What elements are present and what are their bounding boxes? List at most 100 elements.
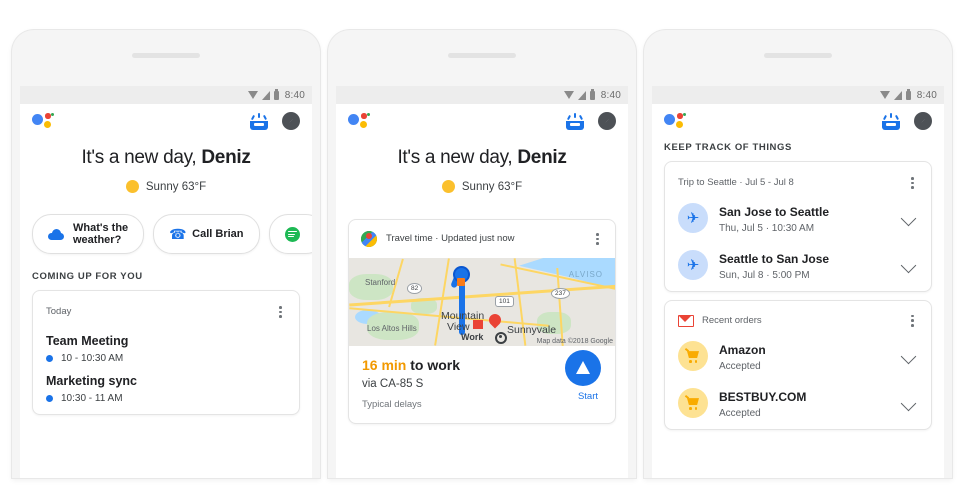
destination-pin	[486, 311, 504, 329]
phone-mockup-1: 8:40 It's a new day, Deniz Sunny 63°F Wh…	[12, 30, 320, 478]
order-title: BESTBUY.COM	[719, 389, 807, 404]
phone-3-screen: 8:40 KEEP TRACK OF THINGS Trip to Seattl…	[652, 86, 944, 478]
weather-text: Sunny 63°F	[145, 180, 207, 193]
chip-weather-label: What's the weather?	[73, 221, 129, 247]
chip-weather[interactable]: What's the weather?	[32, 214, 145, 254]
snapshot-tray-icon[interactable]	[882, 112, 900, 130]
travel-time-card: Travel time · Updated just now Stanford …	[348, 219, 616, 424]
map-label-los-altos-hills: Los Altos Hills	[367, 323, 417, 333]
event-title: Team Meeting	[46, 333, 129, 348]
recent-orders-card: Recent orders Amazon Accepted BESTBUY.CO…	[664, 299, 932, 430]
travel-header-left: Travel time · Updated just now	[361, 230, 515, 247]
chip-call-brian[interactable]: ☎ Call Brian	[153, 214, 260, 254]
battery-icon	[273, 88, 279, 100]
phone-speaker	[132, 53, 200, 58]
weather-summary[interactable]: Sunny 63°F	[336, 180, 628, 193]
map-label-work: Work	[461, 331, 484, 342]
flight-avatar: ✈	[678, 250, 708, 281]
weather-summary[interactable]: Sunny 63°F	[20, 180, 312, 193]
travel-duration-suffix: to work	[406, 356, 461, 373]
flight-title: Seattle to San Jose	[719, 251, 830, 266]
phone-icon: ☎	[169, 226, 187, 242]
card-header-text: Today	[46, 306, 72, 318]
start-label: Start	[577, 390, 598, 402]
greeting-heading: It's a new day, Deniz	[336, 147, 628, 169]
airplane-icon: ✈	[686, 209, 700, 227]
phone-speaker	[764, 53, 832, 58]
order-title: Amazon	[719, 342, 766, 357]
wifi-icon	[563, 91, 574, 99]
explore-compass-icon[interactable]	[598, 112, 616, 130]
list-item-text: San Jose to Seattle Thu, Jul 5 · 10:30 A…	[719, 203, 892, 234]
snapshot-tray-icon[interactable]	[566, 112, 584, 130]
google-maps-icon	[361, 230, 377, 247]
greeting-prefix: It's a new day,	[397, 147, 518, 168]
orders-header-left: Recent orders	[678, 314, 762, 327]
map-road	[556, 267, 564, 346]
list-item[interactable]: ✈ San Jose to Seattle Thu, Jul 5 · 10:30…	[665, 195, 931, 242]
signal-icon	[261, 90, 270, 100]
wifi-icon	[879, 91, 890, 99]
route-map[interactable]: Stanford Los Altos Hills Mountain View S…	[349, 257, 615, 346]
more-options-button[interactable]	[275, 302, 286, 322]
phone-speaker	[448, 53, 516, 58]
travel-header-text: Travel time · Updated just now	[386, 233, 515, 245]
gmail-icon	[678, 314, 694, 327]
map-label-sunnyvale: Sunnyvale	[507, 323, 557, 336]
sunny-icon	[125, 180, 139, 193]
flight-subtitle: Thu, Jul 5 · 10:30 AM	[719, 222, 815, 234]
phone-2-screen: 8:40 It's a new day, Deniz Sunny 63°F Tr…	[336, 86, 628, 478]
coming-up-card: Today Team Meeting 10 - 10:30 AM Marketi…	[32, 290, 300, 415]
more-options-button[interactable]	[592, 229, 603, 249]
list-item[interactable]: Amazon Accepted	[665, 333, 931, 380]
google-assistant-logo[interactable]	[348, 112, 370, 130]
status-bar: 8:40	[20, 86, 312, 104]
status-time: 8:40	[284, 89, 305, 101]
map-attribution: Map data ©2018 Google	[536, 337, 613, 345]
event-time-text: 10 - 10:30 AM	[61, 352, 124, 364]
google-assistant-logo[interactable]	[664, 112, 686, 130]
travel-route-via: via CA-85 S	[362, 377, 424, 390]
more-options-button[interactable]	[907, 311, 918, 331]
card-header: Trip to Seattle · Jul 5 - Jul 8	[665, 162, 931, 195]
battery-icon	[589, 88, 595, 100]
explore-compass-icon[interactable]	[282, 112, 300, 130]
greeting-prefix: It's a new day,	[81, 147, 202, 168]
list-item[interactable]: BESTBUY.COM Accepted	[665, 380, 931, 429]
event-time-text: 10:30 - 11 AM	[61, 392, 123, 404]
explore-compass-icon[interactable]	[914, 112, 932, 130]
section-label-coming-up: COMING UP FOR YOU	[32, 271, 143, 282]
card-header: Recent orders	[665, 301, 931, 333]
map-shield-237: 237	[551, 287, 570, 299]
chevron-down-icon[interactable]	[900, 210, 917, 227]
map-shield-101: 101	[495, 295, 514, 307]
list-item[interactable]: ✈ Seattle to San Jose Sun, Jul 8 · 5:00 …	[665, 242, 931, 291]
event-dot-icon	[46, 394, 53, 402]
cloud-icon	[48, 228, 64, 240]
flight-avatar: ✈	[678, 203, 708, 234]
status-bar: 8:40	[336, 86, 628, 104]
signal-icon	[893, 90, 902, 100]
status-bar: 8:40	[652, 86, 944, 104]
event-item[interactable]: Team Meeting 10 - 10:30 AM	[33, 334, 299, 364]
chip-spotify[interactable]	[268, 214, 312, 254]
signal-icon	[577, 90, 586, 100]
chevron-down-icon[interactable]	[900, 257, 917, 274]
chevron-down-icon[interactable]	[900, 348, 917, 364]
more-options-button[interactable]	[907, 173, 918, 193]
start-navigation-button[interactable]	[565, 349, 601, 386]
section-label-keep-track: KEEP TRACK OF THINGS	[664, 142, 792, 153]
event-dot-icon	[46, 354, 53, 362]
list-item-text: Seattle to San Jose Sun, Jul 8 · 5:00 PM	[719, 250, 892, 281]
chip-call-brian-label: Call Brian	[192, 227, 244, 240]
sunny-icon	[441, 180, 455, 193]
route-traffic-marker	[457, 277, 465, 286]
snapshot-tray-icon[interactable]	[250, 112, 268, 130]
event-item[interactable]: Marketing sync 10:30 - 11 AM	[33, 374, 299, 414]
chevron-down-icon[interactable]	[900, 395, 917, 411]
flight-title: San Jose to Seattle	[719, 204, 830, 219]
navigation-arrow-icon	[576, 361, 590, 375]
shopping-cart-icon	[684, 395, 701, 411]
wifi-icon	[247, 91, 258, 99]
google-assistant-logo[interactable]	[32, 112, 54, 130]
